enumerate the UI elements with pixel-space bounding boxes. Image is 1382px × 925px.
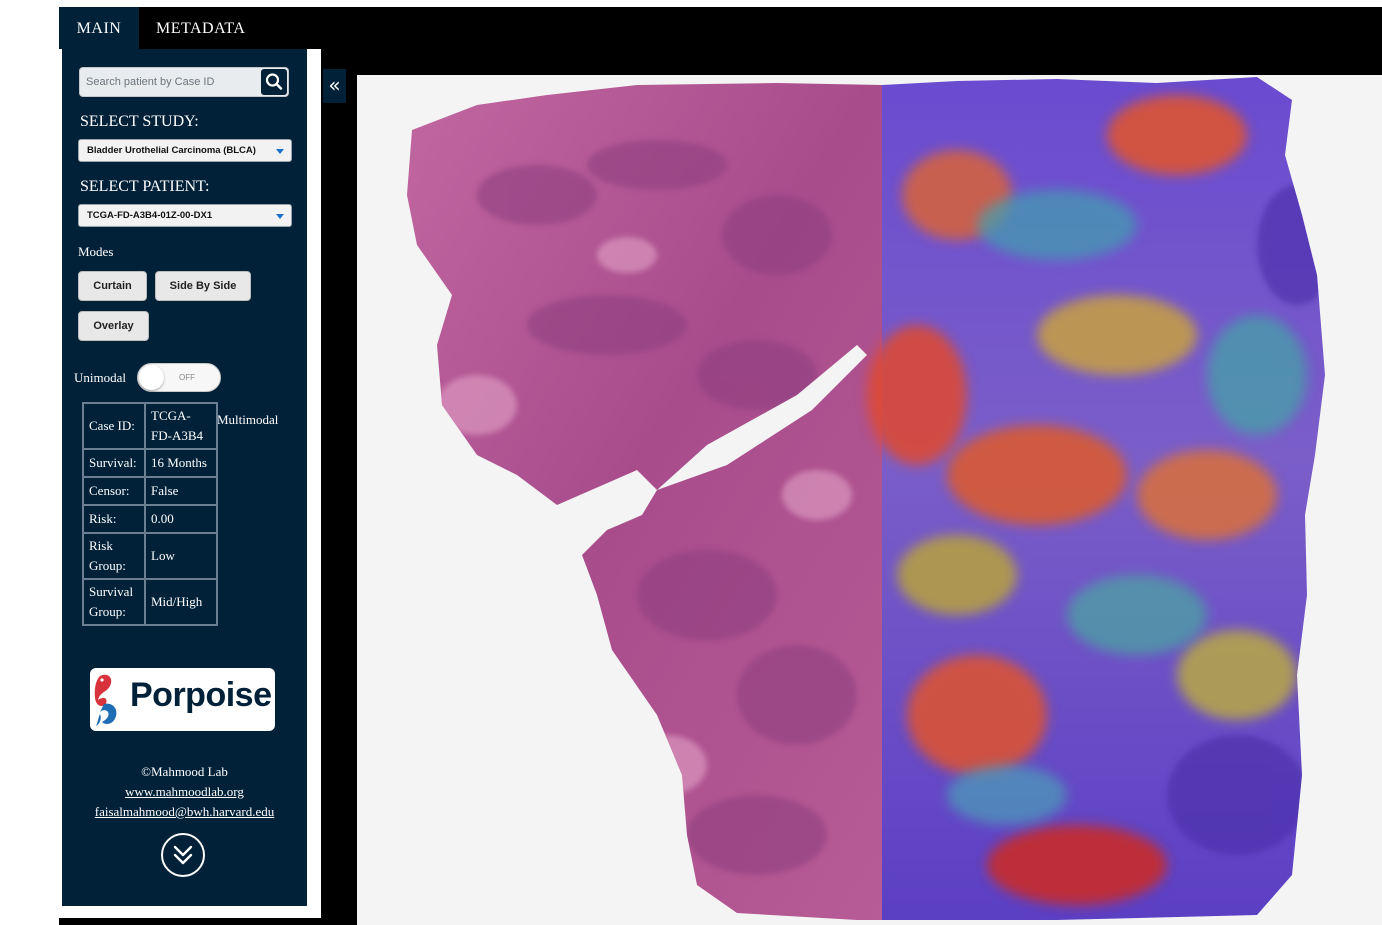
sidebar: SELECT STUDY: Bladder Urothelial Carcino… <box>59 49 321 918</box>
search-input[interactable] <box>80 68 258 96</box>
double-chevron-down-icon <box>173 845 193 865</box>
porpoise-mascot-icon <box>94 674 117 726</box>
risk-group-value: Low <box>144 532 218 580</box>
dropdown-caret-icon <box>276 149 284 154</box>
select-patient-label: SELECT PATIENT: <box>80 178 210 195</box>
multimodal-label: Multimodal <box>217 412 279 427</box>
search-icon <box>265 73 283 90</box>
toggle-knob <box>139 365 164 390</box>
side-by-side-button[interactable]: Side By Side <box>155 271 251 301</box>
tab-metadata[interactable]: METADATA <box>156 7 245 49</box>
collapse-sidebar-button[interactable]: « <box>323 69 346 103</box>
table-row: Survival: 16 Months <box>82 448 218 478</box>
select-study-label: SELECT STUDY: <box>80 113 199 130</box>
censor-value: False <box>144 476 218 506</box>
tab-bar: MAIN METADATA <box>59 7 1382 49</box>
porpoise-logo: Porpoise <box>90 668 275 731</box>
study-select-value: Bladder Urothelial Carcinoma (BLCA) <box>87 145 256 156</box>
risk-value: 0.00 <box>144 504 218 534</box>
search-box <box>79 67 289 97</box>
whole-slide-image <box>357 75 1382 925</box>
logo-text: Porpoise <box>130 676 272 714</box>
table-row: Risk: 0.00 <box>82 504 218 534</box>
survival-group-key: Survival Group: <box>82 578 146 626</box>
table-row: Case ID: TCGA-FD-A3B4 <box>82 402 218 450</box>
double-chevron-left-icon: « <box>328 73 341 97</box>
modality-toggle[interactable]: OFF <box>137 363 221 392</box>
email-link-wrap: faisalmahmood@bwh.harvard.edu <box>62 804 307 820</box>
study-select[interactable]: Bladder Urothelial Carcinoma (BLCA) <box>78 139 292 162</box>
sidebar-panel: SELECT STUDY: Bladder Urothelial Carcino… <box>62 49 307 906</box>
modes-label: Modes <box>78 244 114 259</box>
scroll-down-button[interactable] <box>161 833 205 877</box>
table-row: Risk Group: Low <box>82 532 218 580</box>
website-link-wrap: www.mahmoodlab.org <box>62 784 307 800</box>
website-link[interactable]: www.mahmoodlab.org <box>125 784 244 799</box>
risk-key: Risk: <box>82 504 146 534</box>
app-window: MAIN METADATA SELECT STUDY: Bladder Urot… <box>59 7 1382 925</box>
overlay-button[interactable]: Overlay <box>78 311 149 341</box>
survival-group-value: Mid/High <box>144 578 218 626</box>
survival-key: Survival: <box>82 448 146 478</box>
unimodal-label: Unimodal <box>74 370 126 385</box>
toggle-state-text: OFF <box>179 373 195 382</box>
copyright-text: ©Mahmood Lab <box>141 764 228 779</box>
curtain-button[interactable]: Curtain <box>78 271 147 301</box>
survival-value: 16 Months <box>144 448 218 478</box>
email-link[interactable]: faisalmahmood@bwh.harvard.edu <box>95 804 274 819</box>
patient-select[interactable]: TCGA-FD-A3B4-01Z-00-DX1 <box>78 204 292 227</box>
search-button[interactable] <box>261 69 287 95</box>
dropdown-caret-icon <box>276 214 284 219</box>
table-row: Censor: False <box>82 476 218 506</box>
censor-key: Censor: <box>82 476 146 506</box>
tab-main[interactable]: MAIN <box>59 7 139 49</box>
table-row: Survival Group: Mid/High <box>82 578 218 626</box>
case-id-value: TCGA-FD-A3B4 <box>144 402 218 450</box>
slide-viewer[interactable] <box>357 75 1382 925</box>
patient-select-value: TCGA-FD-A3B4-01Z-00-DX1 <box>87 210 213 221</box>
risk-group-key: Risk Group: <box>82 532 146 580</box>
case-id-key: Case ID: <box>82 402 146 450</box>
case-info-table: Case ID: TCGA-FD-A3B4 Survival: 16 Month… <box>82 402 218 626</box>
